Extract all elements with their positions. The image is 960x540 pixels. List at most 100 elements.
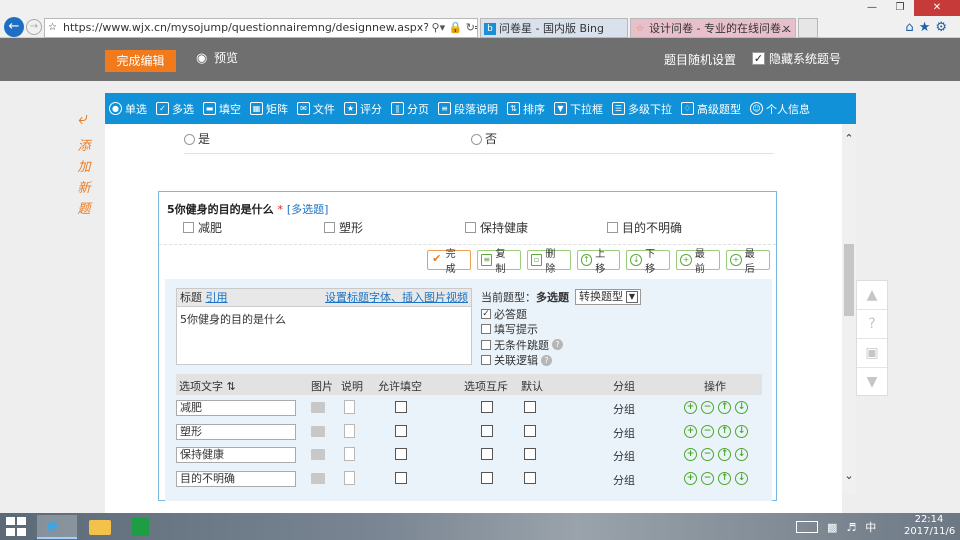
image-icon[interactable] xyxy=(311,472,325,484)
checkbox-icon[interactable] xyxy=(183,222,194,233)
title-textarea[interactable]: 5你健身的目的是什么 xyxy=(177,307,471,331)
toolbar-single-choice[interactable]: ● 单选 xyxy=(109,101,147,117)
tab-design[interactable]: ☆ 设计问卷 - 专业的在线问卷... × xyxy=(630,18,796,38)
add-circle-icon[interactable]: + xyxy=(684,401,697,414)
sort-icon[interactable]: ⇅ xyxy=(227,380,236,393)
scroll-down-icon[interactable]: ⌄ xyxy=(842,469,856,482)
toolbar-fill-blank[interactable]: ▬ 填空 xyxy=(203,101,241,117)
toolbar-dropdown[interactable]: ▼ 下拉框 xyxy=(554,101,603,117)
move-first-button[interactable]: + 最前 xyxy=(676,249,721,275)
gear-icon[interactable]: ⚙ xyxy=(935,20,952,35)
setting-row[interactable]: 关联逻辑? xyxy=(481,353,661,369)
window-close-icon[interactable]: ✕ xyxy=(914,0,960,16)
option-preview[interactable]: 减肥 xyxy=(183,219,222,236)
checkbox-icon[interactable] xyxy=(607,222,618,233)
remove-circle-icon[interactable]: − xyxy=(701,401,714,414)
option-text-input[interactable]: 目的不明确 xyxy=(176,470,296,487)
setting-checkbox[interactable]: ✓ xyxy=(481,308,491,319)
random-setting-link[interactable]: 题目随机设置 xyxy=(664,51,736,68)
restore-icon[interactable]: ❐ xyxy=(886,0,914,16)
toolbar-paragraph[interactable]: ≡ 段落说明 xyxy=(438,101,498,117)
option-preview[interactable]: 保持健康 xyxy=(465,219,528,236)
option-text-input[interactable]: 塑形 xyxy=(176,423,296,440)
option-text-input[interactable]: 减肥 xyxy=(176,400,296,416)
toolbar-personal-info[interactable]: ☺ 个人信息 xyxy=(750,101,810,117)
setting-checkbox[interactable] xyxy=(481,324,491,335)
setting-checkbox[interactable] xyxy=(481,339,491,350)
volume-icon[interactable]: ♬ xyxy=(846,521,856,534)
setting-row[interactable]: ✓ 必答题 xyxy=(481,306,661,322)
image-icon[interactable] xyxy=(311,425,325,437)
hide-system-numbering[interactable]: ✓ 隐藏系统题号 xyxy=(752,50,841,67)
checkbox-icon[interactable] xyxy=(324,222,335,233)
document-icon[interactable] xyxy=(344,470,355,485)
option-preview[interactable]: 塑形 xyxy=(324,219,363,236)
switch-type-select[interactable]: 转换题型 ▼ xyxy=(575,289,641,305)
remove-circle-icon[interactable]: − xyxy=(701,424,714,438)
allow-fill-checkbox[interactable] xyxy=(395,401,407,413)
exclusive-checkbox[interactable] xyxy=(481,471,493,484)
minimize-icon[interactable]: — xyxy=(858,0,886,16)
scroll-up-icon[interactable]: ⌃ xyxy=(842,132,856,145)
favorites-icon[interactable]: ★ xyxy=(919,20,936,35)
toolbar-pagination[interactable]: ∥ 分页 xyxy=(391,101,429,117)
allow-fill-checkbox[interactable] xyxy=(395,424,407,437)
remove-circle-icon[interactable]: − xyxy=(701,471,714,485)
arrow-down-circle-icon[interactable]: ↓ xyxy=(735,424,748,438)
arrow-up-circle-icon[interactable]: ↑ xyxy=(718,448,731,461)
tab-bing[interactable]: b 问卷星 - 国内版 Bing xyxy=(480,18,628,38)
new-tab-button[interactable] xyxy=(798,18,818,38)
question-mark-icon[interactable]: ? xyxy=(541,354,552,366)
quote-link[interactable]: 引用 xyxy=(206,291,228,304)
setting-checkbox[interactable] xyxy=(481,355,491,366)
toolbar-advanced[interactable]: ♢ 高级题型 xyxy=(681,101,741,117)
forward-button[interactable]: → xyxy=(26,19,42,35)
add-circle-icon[interactable]: + xyxy=(684,424,697,438)
move-last-button[interactable]: + 最后 xyxy=(726,249,771,275)
setting-row[interactable]: 无条件跳题? xyxy=(481,337,661,353)
done-button[interactable]: ✔ 完成 xyxy=(427,249,471,275)
toolbar-sorting[interactable]: ⇅ 排序 xyxy=(507,101,545,117)
radio-icon[interactable] xyxy=(184,134,195,145)
arrow-up-circle-icon[interactable]: ↑ xyxy=(718,424,731,438)
default-checkbox[interactable] xyxy=(524,424,536,437)
add-circle-icon[interactable]: + xyxy=(684,471,697,485)
exclusive-checkbox[interactable] xyxy=(481,401,493,413)
add-circle-icon[interactable]: + xyxy=(684,448,697,461)
move-down-button[interactable]: ↓ 下移 xyxy=(626,249,671,275)
option-preview[interactable]: 目的不明确 xyxy=(607,219,682,236)
taskbar-explorer[interactable] xyxy=(80,515,120,539)
address-bar[interactable]: ☆ https://www.wjx.cn/mysojump/questionna… xyxy=(44,18,478,38)
ime-indicator[interactable]: 中 xyxy=(865,519,876,535)
toolbar-rating[interactable]: ★ 评分 xyxy=(344,101,382,117)
back-button[interactable]: ← xyxy=(4,17,24,37)
taskbar-store[interactable] xyxy=(120,515,160,539)
default-checkbox[interactable] xyxy=(524,448,536,460)
delete-button[interactable]: ▫ 删除 xyxy=(526,249,571,275)
copy-button[interactable]: ≡ 复制 xyxy=(476,249,521,275)
image-icon[interactable] xyxy=(311,402,325,413)
scroll-thumb[interactable] xyxy=(844,244,854,316)
exclusive-checkbox[interactable] xyxy=(481,448,493,460)
document-icon[interactable] xyxy=(344,400,355,414)
address-actions[interactable]: ⚲▾ 🔒 ↻ xyxy=(427,19,475,37)
toolbar-cascade-dropdown[interactable]: ☰ 多级下拉 xyxy=(612,101,672,117)
comment-icon[interactable]: ▣ xyxy=(857,339,887,368)
image-icon[interactable] xyxy=(311,449,325,460)
document-icon[interactable] xyxy=(344,447,355,461)
taskbar-ie[interactable]: e xyxy=(37,515,77,539)
default-checkbox[interactable] xyxy=(524,401,536,413)
title-font-image-link[interactable]: 设置标题字体、插入图片视频 xyxy=(325,289,468,307)
preview-button[interactable]: ◉ 预览 xyxy=(196,50,238,67)
arrow-down-circle-icon[interactable]: ↓ xyxy=(735,401,748,414)
arrow-down-circle-icon[interactable]: ↓ xyxy=(735,471,748,485)
remove-circle-icon[interactable]: − xyxy=(701,448,714,461)
to-bottom-icon[interactable]: ▼ xyxy=(857,368,887,397)
arrow-up-circle-icon[interactable]: ↑ xyxy=(718,401,731,414)
prev-option-no[interactable]: 否 xyxy=(471,130,497,147)
exclusive-checkbox[interactable] xyxy=(481,424,493,437)
back-to-top-icon[interactable]: ▲ xyxy=(857,281,887,310)
page-scrollbar[interactable]: ⌃ ⌄ xyxy=(842,124,856,494)
clock[interactable]: 22:14 2017/11/6 xyxy=(904,514,955,538)
arrow-down-circle-icon[interactable]: ↓ xyxy=(735,448,748,461)
